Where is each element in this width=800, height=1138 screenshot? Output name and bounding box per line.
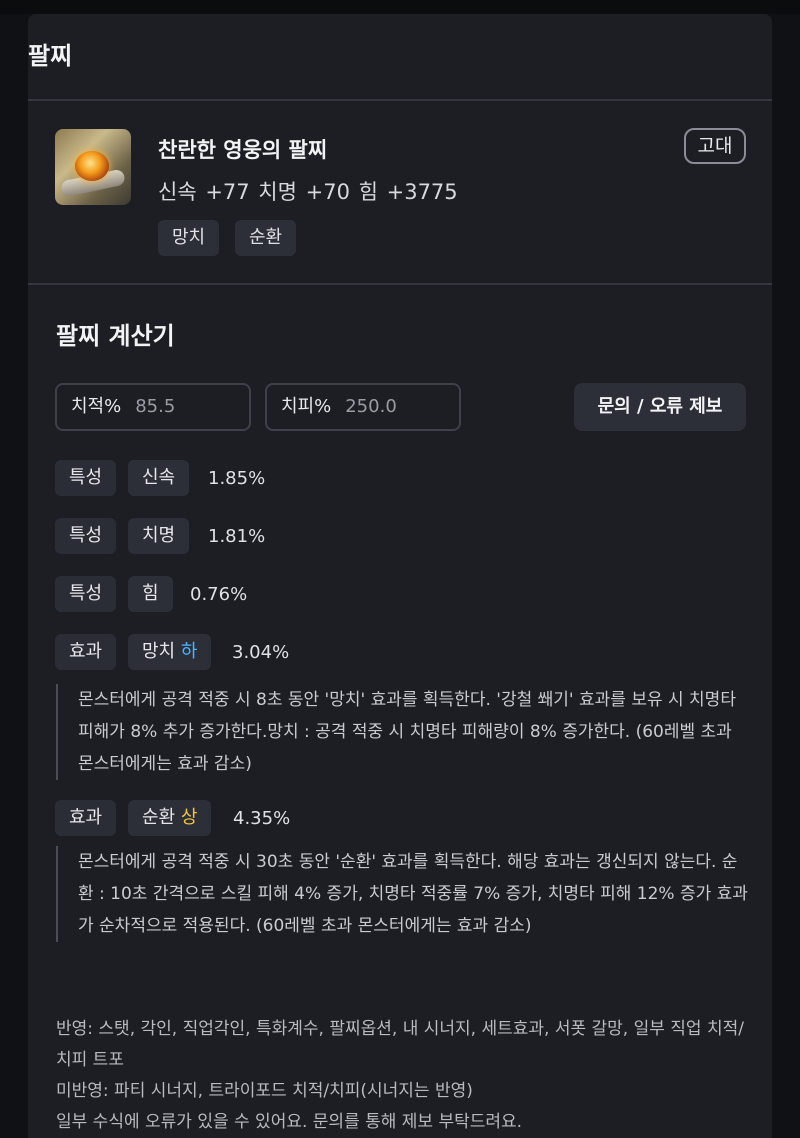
crit-rate-label: 치적% (71, 396, 122, 417)
bracelet-item-image (55, 129, 131, 205)
divider (28, 99, 772, 101)
crit-rate-value: 85.5 (135, 396, 176, 417)
crit-rate-input[interactable]: 치적% 85.5 (55, 383, 251, 431)
effect-description: 몬스터에게 공격 적중 시 30초 동안 '순환' 효과를 획득한다. 해당 효… (56, 846, 750, 942)
effect-name: 망치 (142, 641, 176, 662)
divider (28, 283, 772, 285)
row-name-tag: 힘 (128, 576, 173, 612)
row-value: 0.76% (190, 584, 248, 605)
item-stats: 신속 +77 치명 +70 힘 +3775 (158, 180, 458, 204)
row-kind-tag: 효과 (55, 800, 117, 836)
row-kind-tag: 특성 (55, 518, 117, 554)
item-tag: 순환 (235, 220, 297, 256)
grade-badge: 고대 (684, 128, 746, 164)
effect-level-high: 상 (180, 807, 198, 828)
row-kind-tag: 특성 (55, 576, 117, 612)
crit-damage-input[interactable]: 치피% 250.0 (265, 383, 461, 431)
error-note: 일부 수식에 오류가 있을 수 있어요. 문의를 통해 제보 부탁드려요. (56, 1112, 523, 1132)
applied-note: 반영: 스탯, 각인, 직업각인, 특화계수, 팔찌옵션, 내 시너지, 세트효… (56, 1019, 744, 1070)
row-name-tag: 망치 하 (128, 634, 212, 670)
row-name-tag: 신속 (128, 460, 190, 496)
crit-damage-label: 치피% (281, 396, 332, 417)
item-name: 찬란한 영웅의 팔찌 (158, 138, 328, 162)
row-value: 4.35% (233, 808, 291, 829)
effect-name: 순환 (142, 807, 176, 828)
calculator-title: 팔찌 계산기 (56, 322, 175, 350)
report-button[interactable]: 문의 / 오류 제보 (574, 383, 746, 431)
effect-description: 몬스터에게 공격 적중 시 8초 동안 '망치' 효과를 획득한다. '강철 쐐… (56, 684, 750, 780)
row-value: 1.81% (208, 526, 266, 547)
row-name-tag: 순환 상 (128, 800, 212, 836)
row-name-tag: 치명 (128, 518, 190, 554)
top-edge (0, 0, 800, 14)
footer-notes: 반영: 스탯, 각인, 직업각인, 특화계수, 팔찌옵션, 내 시너지, 세트효… (56, 1014, 756, 1138)
section-title: 팔찌 (28, 42, 73, 70)
row-kind-tag: 효과 (55, 634, 117, 670)
effect-level-low: 하 (180, 641, 198, 662)
item-tag: 망치 (158, 220, 220, 256)
row-kind-tag: 특성 (55, 460, 117, 496)
crit-damage-value: 250.0 (345, 396, 397, 417)
not-applied-note: 미반영: 파티 시너지, 트라이포드 치적/치피(시너지는 반영) (56, 1081, 473, 1101)
row-value: 3.04% (232, 642, 290, 663)
row-value: 1.85% (208, 468, 266, 489)
